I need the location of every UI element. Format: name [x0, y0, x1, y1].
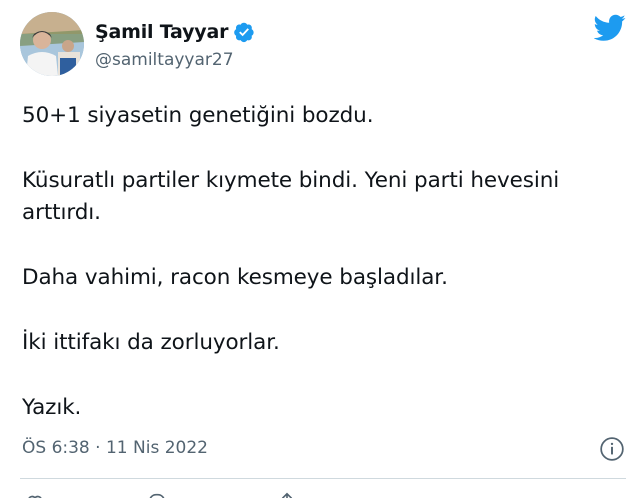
share-icon[interactable] [276, 491, 298, 498]
tweet-paragraph: 50+1 siyasetin genetiğini bozdu. [22, 103, 374, 128]
twitter-bird-icon[interactable] [594, 14, 626, 42]
avatar[interactable] [20, 12, 84, 76]
tweet-timestamp[interactable]: ÖS 6:38 · 11 Nis 2022 [22, 438, 208, 458]
display-name[interactable]: Şamil Tayyar [95, 21, 228, 43]
heart-icon[interactable] [24, 491, 46, 498]
name-row: Şamil Tayyar [95, 20, 255, 44]
tweet-paragraph: Yazık. [22, 395, 82, 420]
tweet-paragraph: Daha vahimi, racon kesmeye başladılar. [22, 265, 448, 290]
tweet-text: 50+1 siyasetin genetiğini bozdu. Küsurat… [22, 100, 622, 424]
user-handle[interactable]: @samiltayyar27 [95, 50, 234, 70]
tweet-paragraph: İki ittifakı da zorluyorlar. [22, 330, 280, 355]
info-icon[interactable] [599, 436, 625, 462]
tweet-paragraph: Küsuratlı partiler kıymete bindi. Yeni p… [22, 168, 560, 225]
divider [20, 478, 626, 479]
reply-icon[interactable] [146, 491, 168, 498]
tweet-card: Şamil Tayyar @samiltayyar27 50+1 siyaset… [0, 0, 640, 498]
profile-photo [20, 12, 84, 76]
verified-badge-icon [234, 22, 254, 43]
